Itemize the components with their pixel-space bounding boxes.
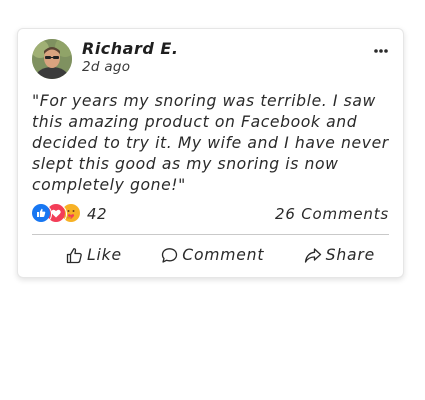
post-text: "For years my snoring was terrible. I sa… [32, 92, 389, 194]
thumbs-up-icon [66, 247, 82, 263]
avatar[interactable] [32, 39, 72, 79]
post-actions-bar: Like Comment Share [32, 243, 389, 267]
comment-bubble-icon [162, 247, 178, 263]
comment-button[interactable]: Comment [161, 246, 264, 264]
like-icon [31, 203, 52, 224]
share-arrow-icon [304, 247, 321, 263]
share-button[interactable]: Share [304, 246, 375, 264]
comment-label: Comment [182, 246, 265, 264]
like-button[interactable]: Like [66, 246, 122, 264]
reactions-summary[interactable]: 42 [31, 203, 108, 224]
like-label: Like [87, 246, 122, 264]
divider [32, 234, 389, 235]
post-timestamp: 2d ago [82, 59, 131, 75]
more-options-icon[interactable] [373, 42, 389, 54]
comments-count-link[interactable]: 26 Comments [275, 205, 389, 223]
post-card: Richard E. 2d ago "For years my snoring … [17, 28, 404, 278]
avatar-photo [32, 39, 72, 79]
reaction-count: 42 [87, 205, 108, 223]
author-name[interactable]: Richard E. [82, 39, 178, 58]
share-label: Share [325, 246, 375, 264]
